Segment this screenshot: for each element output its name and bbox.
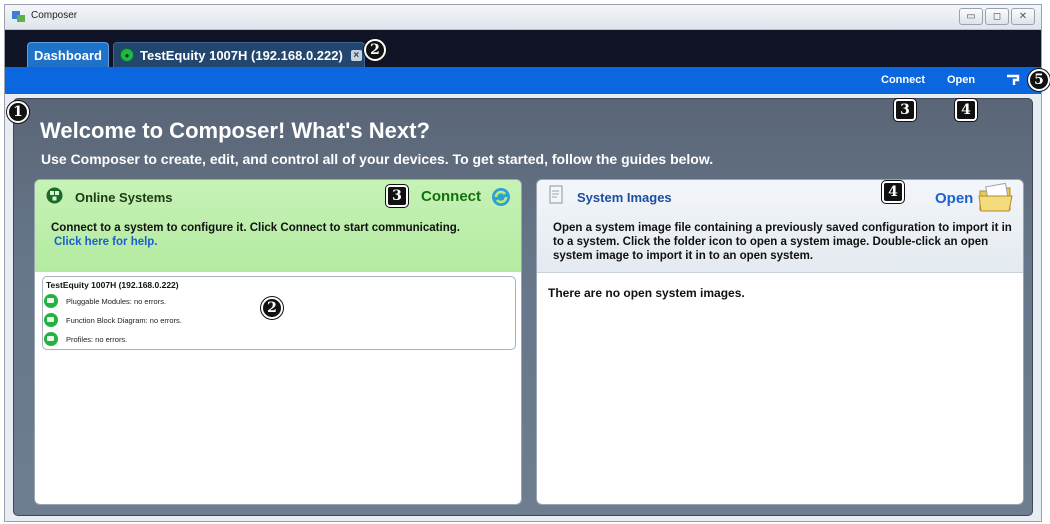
network-icon — [46, 187, 63, 204]
tab-device-label: TestEquity 1007H (192.168.0.222) — [140, 47, 343, 63]
close-window-button[interactable]: ✕ — [1011, 8, 1035, 25]
online-systems-description: Connect to a system to configure it. Cli… — [51, 221, 511, 249]
folder-icon[interactable] — [977, 182, 1015, 214]
maximize-button[interactable]: ◻ — [985, 8, 1009, 25]
connect-button[interactable]: Connect — [421, 188, 481, 205]
list-item[interactable]: Profiles: no errors. — [44, 332, 127, 346]
callout-2-badge: 2 — [364, 39, 386, 61]
ok-status-icon — [44, 332, 58, 346]
toolbar-open-button[interactable]: Open — [947, 74, 975, 86]
page-subtitle: Use Composer to create, edit, and contro… — [41, 151, 714, 167]
system-images-title: System Images — [577, 190, 672, 205]
callout-3-badge: 3 — [894, 99, 916, 121]
tab-close-icon[interactable]: × — [350, 49, 362, 61]
tab-dashboard[interactable]: Dashboard — [27, 42, 109, 67]
window-title: Composer — [31, 10, 78, 21]
online-systems-text: Connect to a system to configure it. Cli… — [51, 222, 460, 234]
page-title: Welcome to Composer! What's Next? — [40, 118, 430, 143]
minimize-icon: ▭ — [966, 11, 976, 22]
online-systems-panel: Online Systems Connect Connect to a syst… — [34, 179, 522, 505]
toolbar: Connect Open — [5, 67, 1041, 94]
callout-4-badge: 4 — [955, 99, 977, 121]
tab-bar: Dashboard ● TestEquity 1007H (192.168.0.… — [5, 30, 1041, 67]
help-icon[interactable] — [1005, 72, 1021, 88]
maximize-icon: ◻ — [992, 11, 1002, 22]
minimize-button[interactable]: ▭ — [959, 8, 983, 25]
online-systems-header: Online Systems Connect Connect to a syst… — [35, 180, 521, 272]
callout-5-badge: 5 — [1028, 69, 1050, 91]
system-images-panel: System Images Open Open a system image f… — [536, 179, 1024, 505]
callout-2-badge: 2 — [261, 297, 283, 319]
help-link[interactable]: Click here for help. — [54, 235, 511, 249]
status-text: Function Block Diagram: no errors. — [66, 315, 182, 325]
system-images-header: System Images Open Open a system image f… — [537, 180, 1023, 273]
callout-4-badge: 4 — [882, 181, 904, 203]
status-text: Pluggable Modules: no errors. — [66, 296, 167, 306]
app-icon — [12, 11, 25, 22]
open-button[interactable]: Open — [935, 190, 973, 207]
ok-status-icon — [44, 294, 58, 308]
system-images-description: Open a system image file containing a pr… — [553, 222, 1012, 262]
ok-status-icon — [44, 313, 58, 327]
window-controls: ▭ ◻ ✕ — [959, 8, 1035, 25]
toolbar-connect-button[interactable]: Connect — [881, 74, 925, 86]
connect-refresh-icon[interactable] — [491, 187, 511, 207]
document-icon — [549, 185, 563, 204]
system-name: TestEquity 1007H (192.168.0.222) — [46, 280, 179, 290]
online-systems-title: Online Systems — [75, 190, 173, 205]
tab-device[interactable]: ● TestEquity 1007H (192.168.0.222) × — [113, 42, 365, 67]
connected-status-icon: ● — [120, 48, 134, 62]
status-text: Profiles: no errors. — [66, 334, 128, 344]
composer-window: Composer ▭ ◻ ✕ Dashboard ● TestEquity 10… — [4, 4, 1042, 522]
tab-dashboard-label: Dashboard — [34, 47, 102, 63]
dashboard-main: Welcome to Composer! What's Next? Use Co… — [13, 98, 1033, 516]
close-icon: ✕ — [1018, 11, 1028, 22]
list-item[interactable]: Pluggable Modules: no errors. — [44, 294, 166, 308]
title-bar: Composer ▭ ◻ ✕ — [5, 5, 1041, 30]
empty-state-text: There are no open system images. — [548, 286, 745, 300]
list-item[interactable]: Function Block Diagram: no errors. — [44, 313, 182, 327]
callout-3-badge: 3 — [386, 185, 408, 207]
callout-1-badge: 1 — [7, 101, 29, 123]
